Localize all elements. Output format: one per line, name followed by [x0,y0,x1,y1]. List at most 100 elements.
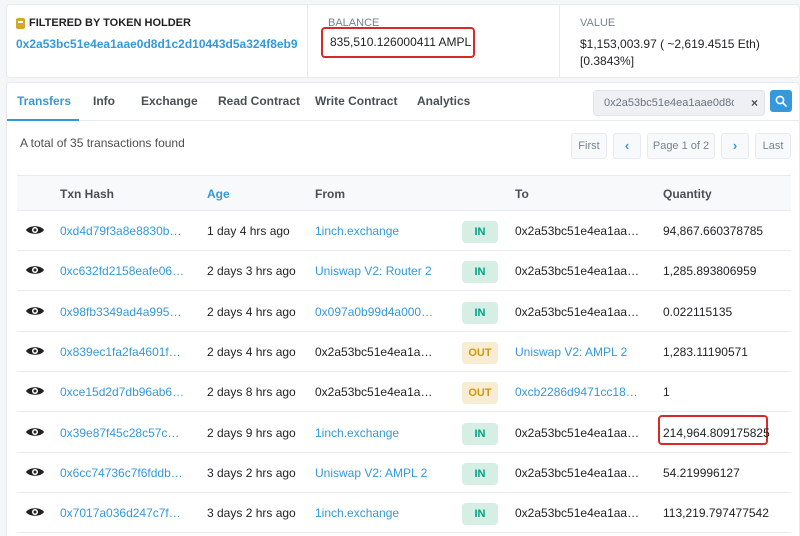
txn-hash-link[interactable]: 0xce15d2d7db96ab6c8f1e2a [60,385,186,399]
header-age[interactable]: Age [207,187,230,201]
from-address[interactable]: 1inch.exchange [315,506,439,520]
to-address[interactable]: 0xcb2286d9471cc185a9e3b2 [515,385,643,399]
value-label: VALUE [580,17,616,29]
txn-age: 2 days 3 hrs ago [207,264,296,279]
eye-icon[interactable] [25,505,45,519]
txn-hash-link[interactable]: 0x839ec1fa2fa4601fc7d3a8 [60,345,186,359]
search-button[interactable] [770,90,792,112]
search-input[interactable] [594,91,734,115]
prev-page-button[interactable]: ‹ [613,133,641,159]
eye-icon[interactable] [25,223,45,237]
quantity-value: 1 [663,385,670,400]
tab-analytics[interactable]: Analytics [417,94,470,108]
quantity-value: 94,867.660378785 [663,224,764,238]
table-header: Txn Hash Age From To Quantity [17,175,791,211]
txn-age: 2 days 4 hrs ago [207,304,296,319]
txn-age: 2 days 4 hrs ago [207,344,296,359]
direction-badge: OUT [462,382,498,405]
clear-search-icon[interactable]: × [751,96,758,110]
tab-info[interactable]: Info [93,94,115,108]
header-to: To [515,187,529,201]
last-page-button[interactable]: Last [755,133,791,159]
tab-write-contract[interactable]: Write Contract [315,94,397,108]
tab-transfers[interactable]: Transfers [17,94,71,108]
txn-hash-link[interactable]: 0xd4d79f3a8e8830ba3f2e1c [60,224,186,238]
direction-badge: IN [462,221,498,243]
eye-icon[interactable] [25,304,45,318]
eye-icon[interactable] [25,465,45,479]
eye-icon[interactable] [25,425,45,439]
header-from: From [315,187,345,201]
holder-column: FILTERED BY TOKEN HOLDER 0x2a53bc51e4ea1… [7,5,307,77]
eye-icon[interactable] [25,263,45,277]
direction-badge: IN [462,503,498,526]
from-address[interactable]: Uniswap V2: Router 2 [315,264,439,278]
page-indicator: Page 1 of 2 [647,133,715,159]
direction-badge: IN [462,462,498,485]
quantity-value: 1,283.11190571 [663,344,748,359]
active-tab-indicator [7,119,79,121]
table-row: 0xce15d2d7db96ab6c8f1e2a 2 days 8 hrs ag… [17,372,791,413]
direction-badge: IN [462,261,498,284]
holder-label: FILTERED BY TOKEN HOLDER [29,17,191,29]
txn-age: 2 days 8 hrs ago [207,385,296,400]
header-txn-hash: Txn Hash [60,187,115,201]
from-address[interactable]: 1inch.exchange [315,224,439,238]
eye-icon[interactable] [25,344,45,358]
value-percentage: [0.3843%] [580,54,635,68]
txn-hash-link[interactable]: 0x7017a036d247c7fa1b8e2d [60,506,186,520]
to-address[interactable]: Uniswap V2: AMPL 2 [515,345,643,359]
to-address: 0x2a53bc51e4ea1aae0d8d1c2d [515,224,643,238]
value-column: VALUE $1,153,003.97 ( ~2,619.4515 Eth) [… [559,5,800,77]
transaction-count: A total of 35 transactions found [20,136,185,150]
tab-bar: Transfers Info Exchange Read Contract Wr… [7,83,799,121]
chevron-right-icon: › [732,138,738,153]
value-usd-eth: $1,153,003.97 ( ~2,619.4515 Eth) [580,37,760,51]
token-holder-overview: FILTERED BY TOKEN HOLDER 0x2a53bc51e4ea1… [6,4,800,78]
from-address[interactable]: Uniswap V2: AMPL 2 [315,466,439,480]
search-icon [775,95,787,107]
first-page-button[interactable]: First [571,133,607,159]
transfers-card: Transfers Info Exchange Read Contract Wr… [6,82,800,536]
to-address: 0x2a53bc51e4ea1aae0d8d1c2d [515,425,643,440]
from-address: 0x2a53bc51e4ea1aae0d8d1c2d [315,385,439,400]
txn-hash-link[interactable]: 0xc632fd2158eafe06f1a7b9 [60,264,186,278]
chevron-left-icon: ‹ [624,138,630,153]
from-address: 0x2a53bc51e4ea1aae0d8d1c2d [315,344,439,359]
to-address: 0x2a53bc51e4ea1aae0d8d1c2d [515,264,643,279]
to-address: 0x2a53bc51e4ea1aae0d8d1c2d [515,304,643,319]
txn-age: 2 days 9 hrs ago [207,425,296,440]
quantity-value: 214,964.809175825 [663,425,770,440]
holder-address-link[interactable]: 0x2a53bc51e4ea1aae0d8d1c2d10443d5a324f8e… [16,37,307,51]
direction-badge: IN [462,301,498,324]
balance-value: 835,510.126000411 AMPL [321,27,475,58]
txn-hash-link[interactable]: 0x98fb3349ad4a9959c0d2e1 [60,305,186,319]
table-row: 0x839ec1fa2fa4601fc7d3a8 2 days 4 hrs ag… [17,332,791,372]
next-page-button[interactable]: › [721,133,749,159]
txn-hash-link[interactable]: 0x39e87f45c28c57c6a2d1f0 [60,426,186,440]
quantity-value: 54.219996127 [663,465,740,480]
table-row: 0x6cc74736c7f6fddbd9a1e3 3 days 2 hrs ag… [17,453,791,493]
quantity-value: 1,285.893806959 [663,264,757,279]
search-box: × [593,90,765,116]
filter-holder-icon [16,17,25,29]
eye-icon[interactable] [25,384,45,398]
tab-read-contract[interactable]: Read Contract [218,94,300,108]
to-address: 0x2a53bc51e4ea1aae0d8d1c2d [515,506,643,521]
txn-hash-link[interactable]: 0x6cc74736c7f6fddbd9a1e3 [60,466,186,480]
table-row: 0x7017a036d247c7fa1b8e2d 3 days 2 hrs ag… [17,493,791,534]
header-quantity: Quantity [663,187,712,201]
quantity-value: 113,219.797477542 [663,506,769,521]
to-address: 0x2a53bc51e4ea1aae0d8d1c2d [515,465,643,480]
from-address[interactable]: 0x097a0b99d4a000991e2c4f [315,305,439,319]
direction-badge: IN [462,422,498,445]
txn-age: 1 day 4 hrs ago [207,224,290,238]
table-row: 0x39e87f45c28c57c6a2d1f0 2 days 9 hrs ag… [17,413,791,453]
value-amount: $1,153,003.97 ( ~2,619.4515 Eth) [0.3843… [580,36,800,70]
direction-badge: OUT [462,341,498,364]
from-address[interactable]: 1inch.exchange [315,426,439,440]
balance-column: BALANCE 835,510.126000411 AMPL [307,5,559,77]
table-row: 0x98fb3349ad4a9959c0d2e1 2 days 4 hrs ag… [17,292,791,332]
tab-exchange[interactable]: Exchange [141,94,198,108]
quantity-value: 0.022115135 [663,304,733,319]
